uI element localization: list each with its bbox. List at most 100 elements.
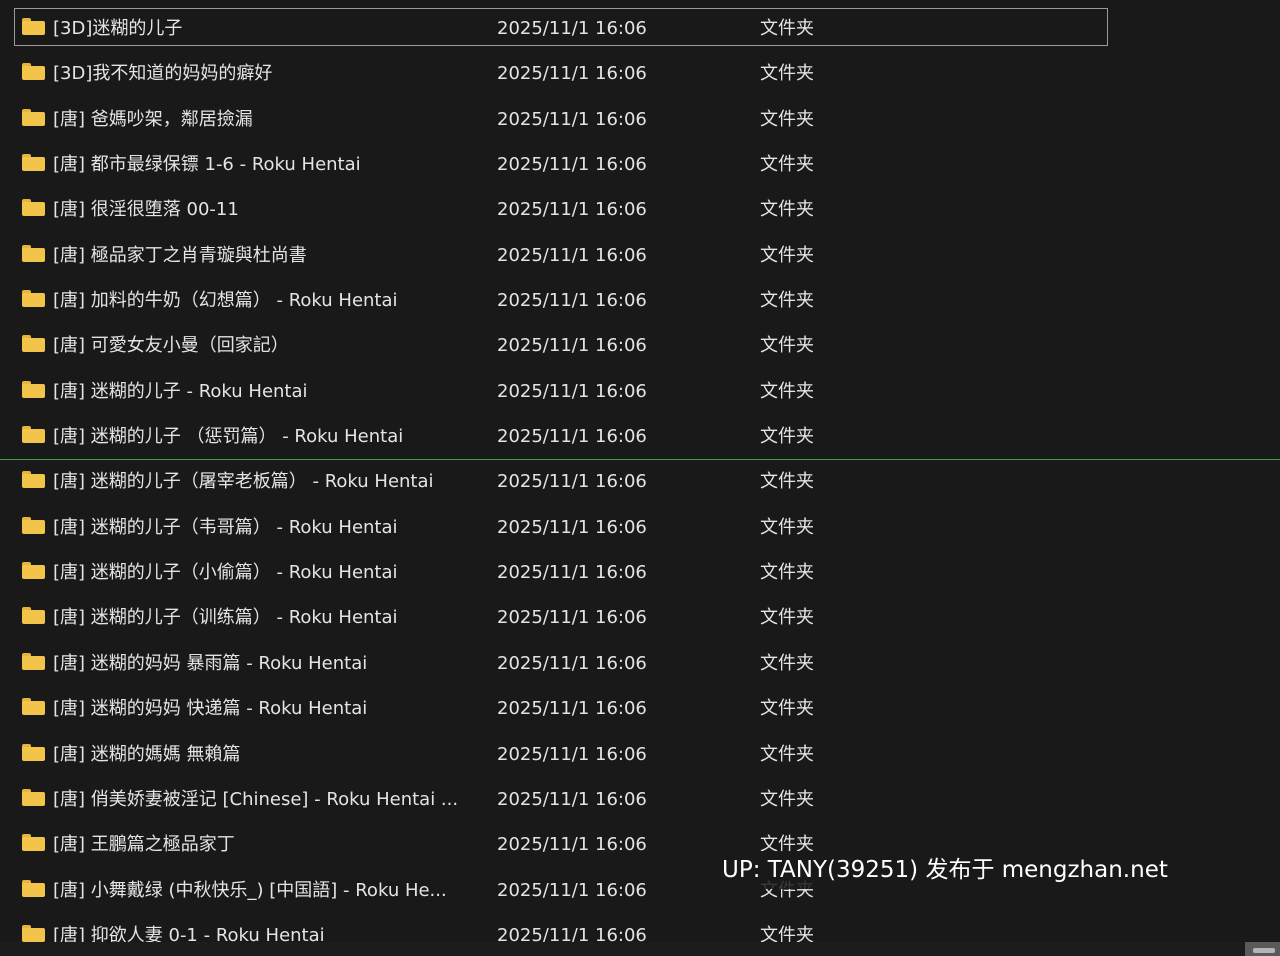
file-row[interactable]: [唐] 迷糊的儿子 （惩罚篇） - Roku Hentai 2025/11/1 1… xyxy=(0,414,1280,459)
file-modified-date: 2025/11/1 16:06 xyxy=(497,879,647,901)
file-modified-date: 2025/11/1 16:06 xyxy=(497,743,647,765)
folder-icon xyxy=(22,834,45,852)
folder-icon xyxy=(22,426,45,444)
file-modified-date: 2025/11/1 16:06 xyxy=(497,788,647,810)
scrollbar-grip-icon xyxy=(1253,948,1275,953)
file-row[interactable]: [唐] 都市最绿保镖 1-6 - Roku Hentai 2025/11/1 16… xyxy=(0,142,1280,187)
file-modified-date: 2025/11/1 16:06 xyxy=(497,108,647,130)
file-modified-date: 2025/11/1 16:06 xyxy=(497,562,647,584)
file-type: 文件夹 xyxy=(760,380,814,402)
file-type: 文件夹 xyxy=(760,244,814,266)
file-modified-date: 2025/11/1 16:06 xyxy=(497,471,647,493)
file-row[interactable]: [3D]我不知道的妈妈的癖好 2025/11/1 16:06 文件夹 xyxy=(0,51,1280,96)
file-type: 文件夹 xyxy=(760,154,814,176)
file-name: [3D]迷糊的儿子 xyxy=(53,18,183,39)
folder-icon xyxy=(22,244,45,263)
folder-icon xyxy=(22,516,45,535)
file-list[interactable]: [3D]迷糊的儿子 2025/11/1 16:06 文件夹 [3D]我不知道的妈妈的癖… xyxy=(0,6,1280,956)
file-type: 文件夹 xyxy=(760,63,814,85)
file-name: [唐] 迷糊的儿子（小偷篇） - Roku Hentai xyxy=(53,562,398,584)
file-type: 文件夹 xyxy=(760,199,814,221)
folder-icon xyxy=(22,471,45,489)
file-modified-date: 2025/11/1 16:06 xyxy=(497,380,647,402)
file-modified-date: 2025/11/1 16:06 xyxy=(497,698,647,720)
file-row[interactable]: [唐] 迷糊的妈妈 快递篇 - Roku Hentai 2025/11/1 16:… xyxy=(0,686,1280,731)
file-name: [唐] 王鵬篇之極品家丁 xyxy=(53,834,235,856)
file-modified-date: 2025/11/1 16:06 xyxy=(497,516,647,538)
file-name: [唐] 都市最绿保镖 1-6 - Roku Hentai xyxy=(53,154,361,176)
file-modified-date: 2025/11/1 16:06 xyxy=(497,607,647,629)
folder-icon xyxy=(22,607,45,625)
file-row[interactable]: [唐] 迷糊的妈妈 暴雨篇 - Roku Hentai 2025/11/1 16:… xyxy=(0,641,1280,686)
file-type: 文件夹 xyxy=(760,335,814,357)
folder-icon xyxy=(22,108,45,127)
file-modified-date: 2025/11/1 16:06 xyxy=(497,18,647,39)
file-name: [唐] 迷糊的儿子（训练篇） - Roku Hentai xyxy=(53,607,398,629)
file-row[interactable]: [唐] 迷糊的儿子 - Roku Hentai 2025/11/1 16:06 文件… xyxy=(0,369,1280,414)
watermark: UP: TANY(39251) 发布于 mengzhan.net xyxy=(712,851,1178,889)
file-modified-date: 2025/11/1 16:06 xyxy=(497,244,647,266)
file-row[interactable]: [唐] 迷糊的儿子（小偷篇） - Roku Hentai 2025/11/1 16… xyxy=(0,550,1280,595)
folder-icon xyxy=(22,335,45,353)
file-row[interactable]: [唐] 迷糊的儿子（韦哥篇） - Roku Hentai 2025/11/1 16… xyxy=(0,505,1280,550)
file-type: 文件夹 xyxy=(760,471,814,493)
file-modified-date: 2025/11/1 16:06 xyxy=(497,63,647,85)
file-row[interactable]: [3D]迷糊的儿子 2025/11/1 16:06 文件夹 xyxy=(0,6,1280,51)
file-type: 文件夹 xyxy=(760,18,814,39)
folder-icon xyxy=(22,743,45,762)
file-name: [唐] 迷糊的儿子 - Roku Hentai xyxy=(53,380,308,402)
horizontal-scrollbar-track[interactable] xyxy=(0,942,1280,956)
file-name: [唐] 迷糊的妈妈 暴雨篇 - Roku Hentai xyxy=(53,652,368,674)
folder-icon xyxy=(22,562,45,580)
file-modified-date: 2025/11/1 16:06 xyxy=(497,652,647,674)
file-name: [唐] 迷糊的儿子 （惩罚篇） - Roku Hentai xyxy=(53,426,404,448)
file-name: [唐] 小舞戴绿 (中秋快乐_) [中国語] - Roku He... xyxy=(53,879,447,901)
file-name: [唐] 俏美娇妻被淫记 [Chinese] - Roku Hentai ... xyxy=(53,788,459,810)
folder-icon xyxy=(22,924,45,943)
file-name: [唐] 迷糊的儿子（韦哥篇） - Roku Hentai xyxy=(53,516,398,538)
file-name: [唐] 加料的牛奶（幻想篇） - Roku Hentai xyxy=(53,290,398,312)
folder-icon xyxy=(22,788,45,807)
file-type: 文件夹 xyxy=(760,426,814,448)
file-modified-date: 2025/11/1 16:06 xyxy=(497,335,647,357)
folder-icon xyxy=(22,154,45,172)
file-modified-date: 2025/11/1 16:06 xyxy=(497,290,647,312)
file-type: 文件夹 xyxy=(760,607,814,629)
file-name: [唐] 爸媽吵架，鄰居撿漏 xyxy=(53,108,253,130)
file-row[interactable]: [唐] 可愛女友小曼（回家記） 2025/11/1 16:06 文件夹 xyxy=(0,323,1280,368)
file-row[interactable]: [唐] 迷糊的儿子（训练篇） - Roku Hentai 2025/11/1 16… xyxy=(0,595,1280,640)
file-row[interactable]: [唐] 很淫很堕落 00-11 2025/11/1 16:06 文件夹 xyxy=(0,187,1280,232)
file-type: 文件夹 xyxy=(760,108,814,130)
file-modified-date: 2025/11/1 16:06 xyxy=(497,426,647,448)
file-type: 文件夹 xyxy=(760,290,814,312)
drop-indicator-line xyxy=(0,459,1280,460)
folder-icon xyxy=(22,652,45,671)
folder-icon xyxy=(22,879,45,898)
file-row[interactable]: [唐] 迷糊的媽媽 無賴篇 2025/11/1 16:06 文件夹 xyxy=(0,732,1280,777)
file-type: 文件夹 xyxy=(760,698,814,720)
file-name: [唐] 迷糊的儿子（屠宰老板篇） - Roku Hentai xyxy=(53,471,434,493)
scrollbar-thumb[interactable] xyxy=(1245,942,1280,956)
file-type: 文件夹 xyxy=(760,652,814,674)
file-name: [唐] 可愛女友小曼（回家記） xyxy=(53,335,289,357)
file-modified-date: 2025/11/1 16:06 xyxy=(497,199,647,221)
file-type: 文件夹 xyxy=(760,743,814,765)
file-type: 文件夹 xyxy=(760,562,814,584)
file-row[interactable]: [唐] 迷糊的儿子（屠宰老板篇） - Roku Hentai 2025/11/1 … xyxy=(0,459,1280,504)
file-modified-date: 2025/11/1 16:06 xyxy=(497,834,647,856)
file-row[interactable]: [唐] 俏美娇妻被淫记 [Chinese] - Roku Hentai ... 2… xyxy=(0,777,1280,822)
file-name: [唐] 迷糊的媽媽 無賴篇 xyxy=(53,743,241,765)
folder-icon xyxy=(22,18,45,36)
file-row[interactable]: [唐] 極品家丁之肖青璇與杜尚書 2025/11/1 16:06 文件夹 xyxy=(0,233,1280,278)
file-name: [唐] 迷糊的妈妈 快递篇 - Roku Hentai xyxy=(53,698,368,720)
file-row[interactable]: [唐] 爸媽吵架，鄰居撿漏 2025/11/1 16:06 文件夹 xyxy=(0,97,1280,142)
file-name: [唐] 極品家丁之肖青璇與杜尚書 xyxy=(53,244,307,266)
file-type: 文件夹 xyxy=(760,516,814,538)
file-name: [3D]我不知道的妈妈的癖好 xyxy=(53,63,273,85)
folder-icon xyxy=(22,380,45,399)
file-modified-date: 2025/11/1 16:06 xyxy=(497,154,647,176)
folder-icon xyxy=(22,199,45,217)
folder-icon xyxy=(22,63,45,81)
file-name: [唐] 很淫很堕落 00-11 xyxy=(53,199,239,221)
file-row[interactable]: [唐] 加料的牛奶（幻想篇） - Roku Hentai 2025/11/1 16… xyxy=(0,278,1280,323)
